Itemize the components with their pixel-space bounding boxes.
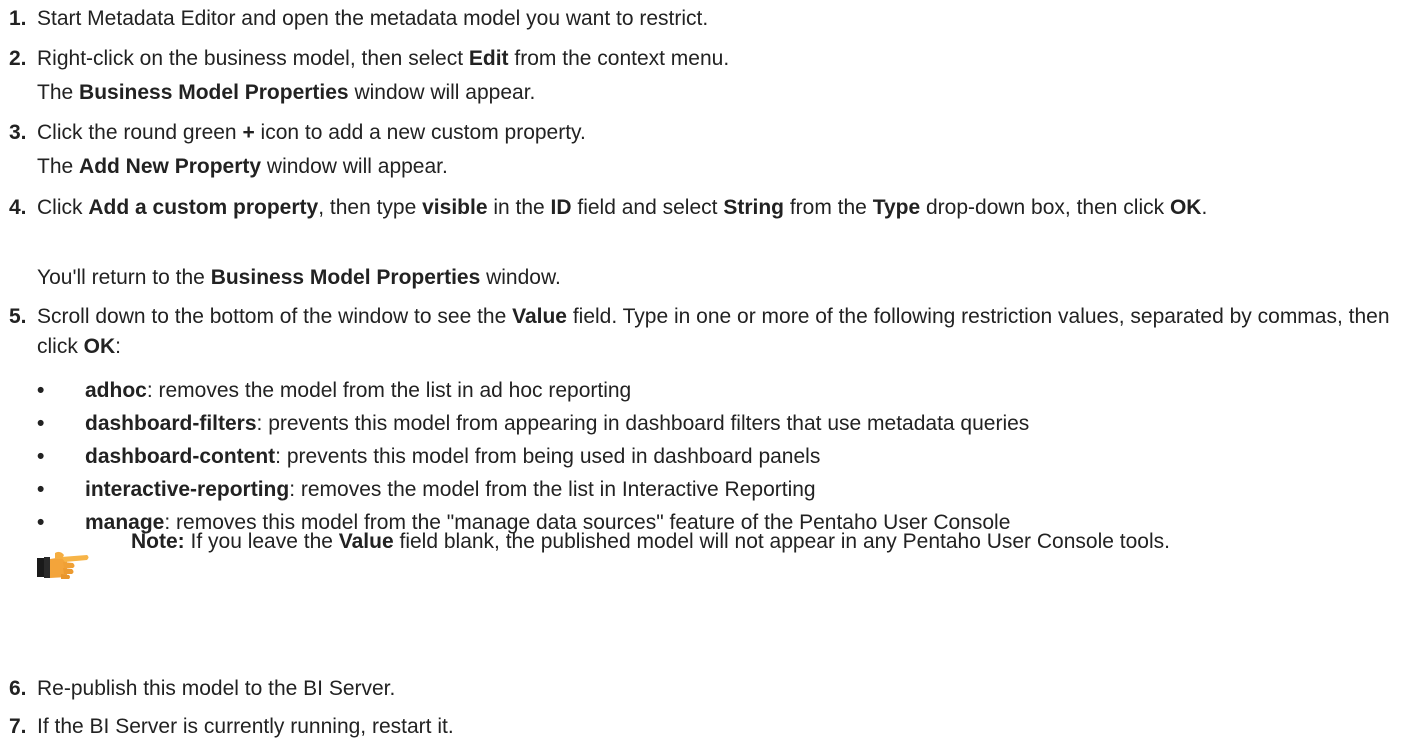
bullet-icon: • <box>37 511 45 534</box>
step-result: You'll return to the Business Model Prop… <box>37 266 561 289</box>
bullet-icon: • <box>37 445 45 468</box>
bullet-icon: • <box>37 478 45 501</box>
step-number: 1. <box>9 7 27 30</box>
step-number: 7. <box>9 715 27 738</box>
step-text: Re-publish this model to the BI Server. <box>37 677 396 700</box>
step-number: 3. <box>9 121 27 144</box>
note-text: Note: If you leave the Value field blank… <box>131 530 1170 553</box>
step-number: 4. <box>9 196 27 219</box>
step-number: 6. <box>9 677 27 700</box>
step-result: The Add New Property window will appear. <box>37 155 448 178</box>
step-text: Scroll down to the bottom of the window … <box>37 305 1390 358</box>
step-text: Click Add a custom property, then type v… <box>37 196 1208 219</box>
step-text: Click the round green + icon to add a ne… <box>37 121 586 144</box>
step-text: Start Metadata Editor and open the metad… <box>37 7 709 30</box>
step-text: Right-click on the business model, then … <box>37 47 730 70</box>
step-number: 2. <box>9 47 27 70</box>
step-number: 5. <box>9 305 27 328</box>
pointing-hand-icon <box>37 549 91 583</box>
bullet-icon: • <box>37 379 45 402</box>
bullet-icon: • <box>37 412 45 435</box>
document-body: 1. Start Metadata Editor and open the me… <box>0 0 1424 748</box>
step-text: If the BI Server is currently running, r… <box>37 715 454 738</box>
step-result: The Business Model Properties window wil… <box>37 81 536 104</box>
